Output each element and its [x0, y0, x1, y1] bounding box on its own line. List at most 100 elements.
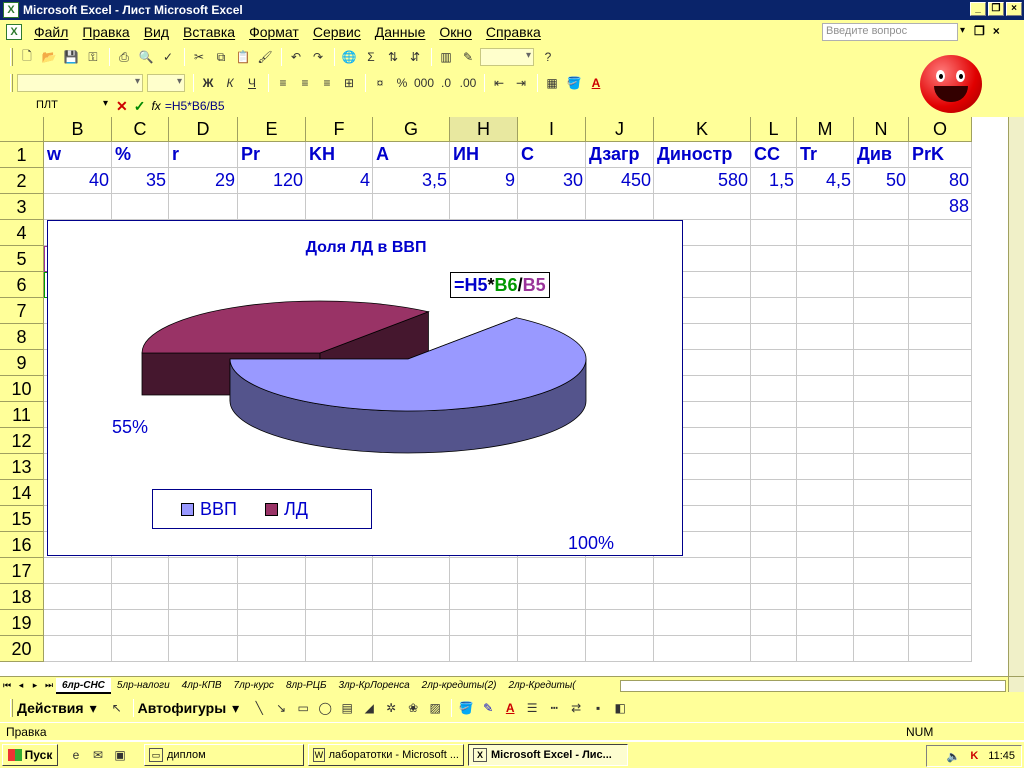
- row-header-5[interactable]: 5: [0, 246, 44, 272]
- cell-c1[interactable]: %: [112, 142, 134, 168]
- column-header-k[interactable]: K: [654, 117, 751, 142]
- select-objects-icon[interactable]: ↖: [107, 698, 127, 718]
- column-header-m[interactable]: M: [797, 117, 854, 142]
- decrease-indent-icon[interactable]: ⇤: [489, 73, 509, 93]
- rectangle-icon[interactable]: ▭: [293, 698, 313, 718]
- antivirus-icon[interactable]: K: [970, 750, 978, 762]
- row-header-15[interactable]: 15: [0, 506, 44, 532]
- column-header-n[interactable]: N: [854, 117, 909, 142]
- chevron-down-icon[interactable]: ▾: [232, 700, 239, 717]
- column-header-l[interactable]: L: [751, 117, 797, 142]
- row-header-7[interactable]: 7: [0, 298, 44, 324]
- sheet-tab[interactable]: 2лр-Кредиты(: [502, 678, 581, 694]
- volume-icon[interactable]: 🔈: [947, 750, 961, 763]
- undo-icon[interactable]: ↶: [286, 47, 306, 67]
- menu-data[interactable]: Данные: [369, 24, 434, 40]
- sheet-tab[interactable]: 4лр-КПВ: [176, 678, 228, 694]
- sheet-tab[interactable]: 3лр-КрЛоренса: [332, 678, 415, 694]
- chart-wizard-icon[interactable]: ▥: [436, 47, 456, 67]
- row-header-11[interactable]: 11: [0, 402, 44, 428]
- cell-d2[interactable]: 29: [169, 168, 238, 194]
- cell-k2[interactable]: 580: [654, 168, 751, 194]
- align-right-icon[interactable]: ≡: [317, 73, 337, 93]
- permission-icon[interactable]: ⚿: [83, 47, 103, 67]
- toolbar-grip[interactable]: [10, 699, 13, 717]
- minimize-button[interactable]: _: [970, 2, 986, 16]
- row-header-19[interactable]: 19: [0, 610, 44, 636]
- column-header-i[interactable]: I: [518, 117, 586, 142]
- column-header-g[interactable]: G: [373, 117, 450, 142]
- close-button[interactable]: ×: [1006, 2, 1022, 16]
- font-size-select[interactable]: [147, 74, 185, 92]
- bold-icon[interactable]: Ж: [198, 73, 218, 93]
- cell-g1[interactable]: A: [373, 142, 392, 168]
- name-box[interactable]: ПЛТ: [4, 98, 112, 114]
- cell-h2[interactable]: 9: [450, 168, 518, 194]
- comma-style-icon[interactable]: 000: [414, 73, 434, 93]
- autoshapes-menu[interactable]: Автофигуры: [138, 700, 227, 716]
- active-cell-h6[interactable]: =H5*B6/B5: [450, 272, 550, 298]
- toolbar-grip[interactable]: [10, 74, 13, 92]
- next-sheet-button[interactable]: ▸: [28, 680, 42, 691]
- cell-b1[interactable]: w: [44, 142, 64, 168]
- actions-menu[interactable]: Действия: [17, 700, 84, 716]
- new-icon[interactable]: 🗋: [17, 47, 37, 67]
- horizontal-scrollbar[interactable]: [620, 680, 1006, 692]
- column-header-e[interactable]: E: [238, 117, 306, 142]
- cell-j2[interactable]: 450: [586, 168, 654, 194]
- hyperlink-icon[interactable]: 🌐: [339, 47, 359, 67]
- oval-icon[interactable]: ◯: [315, 698, 335, 718]
- cell-m1[interactable]: Tr: [797, 142, 820, 168]
- cell-o1[interactable]: PrK: [909, 142, 947, 168]
- increase-decimal-icon[interactable]: .0: [436, 73, 456, 93]
- menu-file[interactable]: Файл: [28, 24, 76, 40]
- align-center-icon[interactable]: ≡: [295, 73, 315, 93]
- start-button[interactable]: Пуск: [2, 744, 58, 766]
- fill-color-icon[interactable]: 🪣: [456, 698, 476, 718]
- excel-app-icon[interactable]: X: [3, 2, 19, 18]
- ask-question-input[interactable]: Введите вопрос: [822, 23, 958, 41]
- redo-icon[interactable]: ↷: [308, 47, 328, 67]
- last-sheet-button[interactable]: ⏭: [42, 680, 56, 691]
- cell-e2[interactable]: 120: [238, 168, 306, 194]
- column-header-b[interactable]: B: [44, 117, 112, 142]
- row-header-20[interactable]: 20: [0, 636, 44, 662]
- column-header-c[interactable]: C: [112, 117, 169, 142]
- menu-tools[interactable]: Сервис: [307, 24, 369, 40]
- menu-view[interactable]: Вид: [138, 24, 177, 40]
- cell-n1[interactable]: Див: [854, 142, 895, 168]
- desktop-icon[interactable]: ▣: [110, 745, 130, 765]
- row-header-8[interactable]: 8: [0, 324, 44, 350]
- cell-o2[interactable]: 80: [909, 168, 972, 194]
- decrease-decimal-icon[interactable]: .00: [458, 73, 478, 93]
- row-header-16[interactable]: 16: [0, 532, 44, 558]
- open-icon[interactable]: 📂: [39, 47, 59, 67]
- outlook-icon[interactable]: ✉: [88, 745, 108, 765]
- menu-help[interactable]: Справка: [480, 24, 549, 40]
- print-preview-icon[interactable]: 🔍: [136, 47, 156, 67]
- row-header-3[interactable]: 3: [0, 194, 44, 220]
- font-color-icon[interactable]: A: [586, 73, 606, 93]
- spelling-icon[interactable]: ✓: [158, 47, 178, 67]
- cell-f2[interactable]: 4: [306, 168, 373, 194]
- drawing-icon[interactable]: ✎: [458, 47, 478, 67]
- first-sheet-button[interactable]: ⏮: [0, 680, 14, 691]
- sort-desc-icon[interactable]: ⇵: [405, 47, 425, 67]
- column-header-o[interactable]: O: [909, 117, 972, 142]
- task-button[interactable]: X Microsoft Excel - Лис...: [468, 744, 628, 766]
- prev-sheet-button[interactable]: ◂: [14, 680, 28, 691]
- enter-icon[interactable]: ✓: [134, 98, 146, 115]
- menu-insert[interactable]: Вставка: [177, 24, 243, 40]
- menu-format[interactable]: Формат: [243, 24, 307, 40]
- zoom-select[interactable]: [480, 48, 534, 66]
- column-header-f[interactable]: F: [306, 117, 373, 142]
- autosum-icon[interactable]: Σ: [361, 47, 381, 67]
- column-header-j[interactable]: J: [586, 117, 654, 142]
- clipart-icon[interactable]: ❀: [403, 698, 423, 718]
- insert-function-icon[interactable]: fx: [151, 99, 160, 113]
- dash-style-icon[interactable]: ┅: [544, 698, 564, 718]
- select-all-corner[interactable]: [0, 117, 44, 142]
- merge-center-icon[interactable]: ⊞: [339, 73, 359, 93]
- row-header-2[interactable]: 2: [0, 168, 44, 194]
- cell-e1[interactable]: Pr: [238, 142, 263, 168]
